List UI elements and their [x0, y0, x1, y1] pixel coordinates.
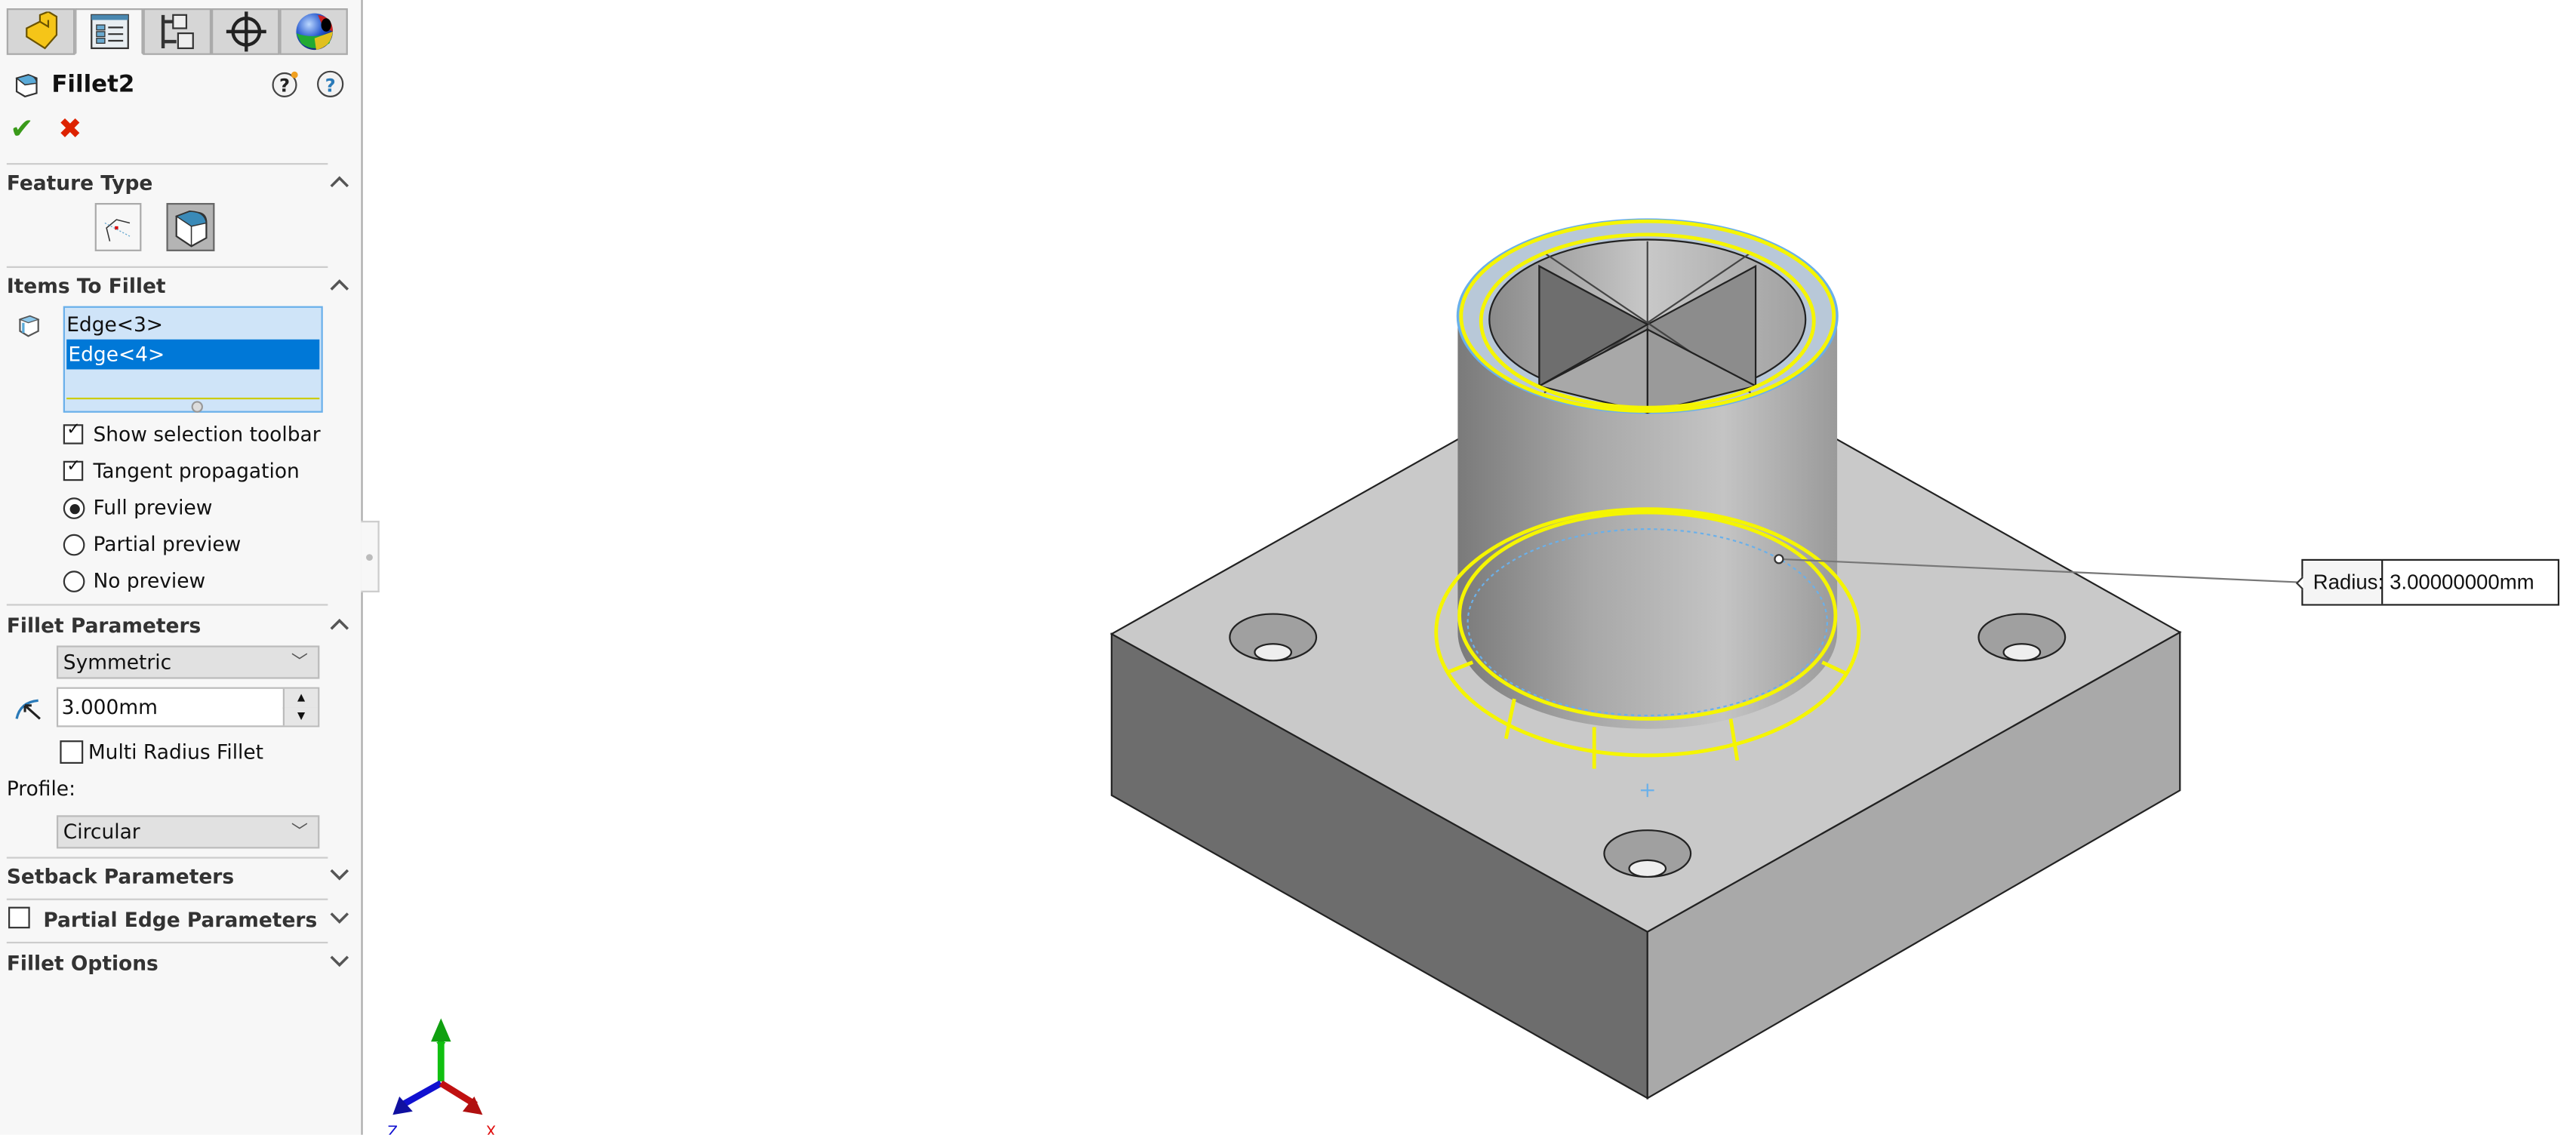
configurationmanager-tab[interactable] [143, 8, 212, 55]
show-selection-toolbar-checkbox[interactable]: ✓ [63, 421, 84, 444]
multi-radius-fillet-label: Multi Radius Fillet [88, 740, 264, 764]
edge-selection-icon [18, 315, 40, 337]
callout-label: Radius: [2303, 561, 2384, 604]
list-item[interactable]: Edge<3> [65, 309, 322, 340]
chevron-down-icon[interactable] [330, 865, 349, 881]
checkmark-icon: ✔ [10, 112, 34, 147]
triad-y-label: Y [435, 1040, 446, 1057]
chevron-down-icon[interactable] [330, 909, 349, 925]
radius-callout[interactable]: Radius: 3.00000000mm [2295, 558, 2559, 606]
counterbore-hole [1603, 829, 1692, 878]
divider [6, 266, 328, 268]
fillet-feature-icon [15, 74, 38, 98]
full-preview-label: Full preview [93, 496, 213, 519]
show-selection-toolbar-label: Show selection toolbar [93, 423, 321, 446]
radius-input[interactable]: 3.000mm ▲ ▼ [56, 687, 320, 727]
list-resize-handle[interactable] [191, 401, 203, 413]
divider [6, 941, 328, 944]
section-header-feature-type[interactable]: Feature Type [7, 171, 153, 195]
full-round-fillet-button[interactable] [166, 202, 215, 251]
list-item-selected[interactable]: Edge<4> [66, 339, 320, 370]
multi-radius-fillet-checkbox[interactable] [60, 740, 84, 764]
triad-z-label: Z [388, 1123, 399, 1135]
whats-wrong-help-icon[interactable]: ? [271, 70, 299, 98]
fillet-solid-icon [175, 210, 208, 248]
chevron-up-icon[interactable] [330, 616, 349, 632]
divider [6, 604, 328, 606]
tangent-propagation-checkbox[interactable]: ✓ [63, 457, 84, 481]
help-icon[interactable]: ? [316, 70, 344, 98]
divider [6, 898, 328, 900]
section-header-fillet-options[interactable]: Fillet Options [7, 952, 158, 975]
counterbore-hole [1229, 613, 1318, 662]
radius-icon [15, 699, 41, 720]
cancel-button[interactable]: ✖ [58, 113, 82, 146]
ok-button[interactable]: ✔ [10, 113, 33, 146]
callout-radius-value[interactable]: 3.00000000mm [2390, 561, 2534, 604]
dimxpert-tab[interactable] [211, 8, 280, 55]
full-preview-radio[interactable] [63, 497, 85, 519]
crosshair-icon [225, 11, 266, 52]
partial-preview-radio[interactable] [63, 534, 85, 556]
appearance-sphere-icon [295, 13, 332, 51]
chevron-up-icon[interactable] [330, 173, 349, 189]
svg-text:?: ? [325, 74, 336, 96]
section-header-items-to-fillet[interactable]: Items To Fillet [7, 275, 166, 298]
triad-x-label: X [486, 1123, 497, 1135]
graphics-viewport[interactable]: Y Z X [363, 0, 2576, 1135]
section-header-fillet-parameters[interactable]: Fillet Parameters [7, 614, 201, 638]
spin-up-button[interactable]: ▲ [282, 688, 319, 709]
triad: Y Z X [388, 1018, 497, 1135]
no-preview-label: No preview [93, 569, 206, 592]
svg-text:?: ? [279, 74, 290, 96]
divider [6, 163, 328, 165]
callout-anchor [1774, 554, 1784, 564]
profile-value: Circular [63, 820, 140, 844]
fillet-method-dropdown[interactable]: Symmetric ﹀ [56, 645, 320, 679]
radius-value: 3.000mm [61, 695, 158, 719]
items-to-fillet-list[interactable]: Edge<3> Edge<4> [63, 306, 323, 413]
section-header-setback-parameters[interactable]: Setback Parameters [7, 865, 234, 888]
display-manager-tab[interactable] [279, 8, 348, 55]
chevron-down-icon: ﹀ [291, 823, 308, 842]
divider [6, 857, 328, 859]
featuremanager-tab[interactable] [6, 8, 75, 55]
profile-dropdown[interactable]: Circular ﹀ [56, 815, 320, 849]
chevron-down-icon: ﹀ [291, 654, 308, 672]
no-preview-radio[interactable] [63, 571, 85, 592]
feature-title: Fillet2 [51, 71, 135, 99]
property-list-icon [90, 14, 128, 50]
manager-tab-bar [0, 3, 361, 116]
profile-label: Profile: [6, 777, 76, 801]
part-model[interactable] [1109, 218, 2182, 1100]
property-manager-panel: Fillet2 ? ? ✔ ✖ Feature Type Items To Fi… [0, 0, 363, 1135]
configuration-tree-icon [160, 14, 193, 50]
propertymanager-tab[interactable] [75, 8, 143, 55]
partial-edge-parameters-checkbox[interactable] [8, 906, 30, 929]
fillet-type-constant-icon [104, 219, 131, 241]
list-resize-bar [66, 397, 320, 400]
tangent-propagation-label: Tangent propagation [93, 459, 300, 483]
spin-down-button[interactable]: ▼ [282, 707, 319, 726]
partial-preview-label: Partial preview [93, 532, 242, 556]
counterbore-hole [1977, 613, 2067, 662]
chevron-up-icon[interactable] [330, 276, 349, 293]
fillet-method-value: Symmetric [63, 651, 172, 674]
part-icon [25, 11, 57, 50]
close-icon: ✖ [58, 112, 82, 147]
constant-size-fillet-button[interactable] [94, 202, 142, 251]
section-header-partial-edge-parameters[interactable]: Partial Edge Parameters [43, 909, 317, 932]
chevron-down-icon[interactable] [330, 952, 349, 968]
